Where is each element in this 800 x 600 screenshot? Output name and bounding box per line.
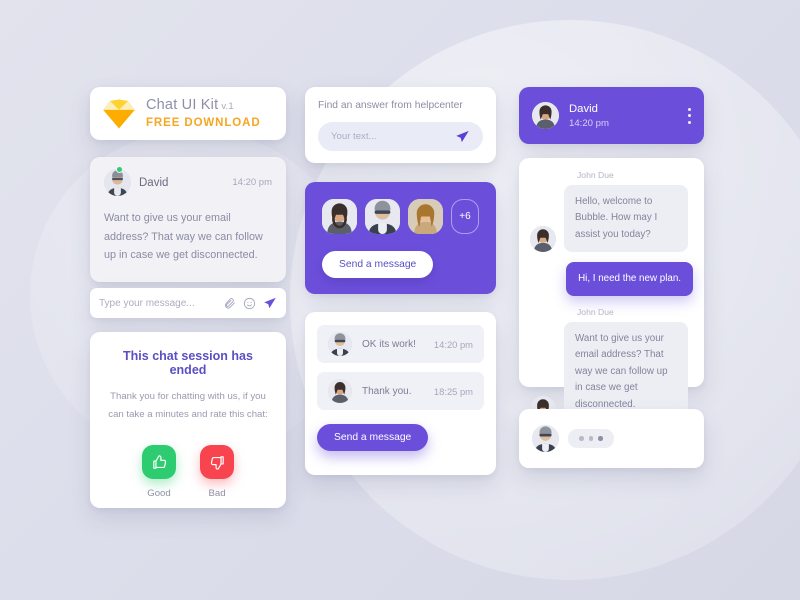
- message-time: 14:20 pm: [232, 177, 272, 188]
- send-message-button[interactable]: Send a message: [317, 424, 429, 451]
- david-message-card: David 14:20 pm Want to give us your emai…: [90, 157, 286, 282]
- logo-card: Chat UI Kit v.1 FREE DOWNLOAD: [90, 87, 286, 140]
- helpcenter-input-placeholder[interactable]: Your text...: [331, 131, 455, 142]
- thumbs-up-icon: [152, 455, 166, 469]
- logo-title-text: Chat UI Kit: [146, 97, 219, 114]
- message-incoming: Want to give us your email address? That…: [530, 322, 693, 423]
- ui-kit-stage: Chat UI Kit v.1 FREE DOWNLOAD David 14:20…: [0, 0, 800, 600]
- list-item-time: 14:20 pm: [433, 338, 473, 350]
- message-outgoing: Hi, I need the new plan.: [530, 262, 693, 297]
- paperclip-icon[interactable]: [223, 297, 236, 310]
- avatar: [532, 102, 559, 129]
- avatar-overflow-badge[interactable]: +6: [451, 199, 479, 234]
- avatar[interactable]: [365, 199, 400, 234]
- thumbs-down-button[interactable]: [200, 445, 234, 480]
- avatar: [532, 425, 559, 452]
- thumbs-up-button[interactable]: [142, 445, 176, 480]
- typing-indicator-card: [519, 409, 704, 468]
- avatar: [328, 332, 352, 356]
- rating-bad[interactable]: Bad: [200, 445, 234, 499]
- chat-ended-card: This chat session has ended Thank you fo…: [90, 332, 286, 508]
- message-bubble: Hello, welcome to Bubble. How may I assi…: [564, 185, 688, 253]
- team-avatar-row: +6: [322, 199, 479, 234]
- avatar[interactable]: [408, 199, 443, 234]
- message-input-placeholder[interactable]: Type your message...: [99, 298, 216, 309]
- message-sender-name: David: [139, 176, 169, 189]
- helpcenter-search-input[interactable]: Your text...: [318, 122, 483, 151]
- message-header: David 14:20 pm: [104, 166, 272, 196]
- rating-buttons: Good Bad: [106, 445, 270, 499]
- typing-dots: [568, 429, 614, 448]
- chat-header-info: David 14:20 pm: [569, 103, 609, 129]
- logo-subtitle[interactable]: FREE DOWNLOAD: [146, 116, 261, 130]
- emoji-icon[interactable]: [243, 297, 256, 310]
- chat-ended-title: This chat session has ended: [123, 349, 253, 377]
- send-icon[interactable]: [263, 296, 277, 310]
- helpcenter-card: Find an answer from helpcenter Your text…: [305, 87, 496, 163]
- logo-version: v.1: [221, 101, 234, 113]
- rating-bad-label: Bad: [208, 488, 226, 500]
- sketch-diamond-icon: [103, 99, 135, 128]
- message-author: John Due: [577, 170, 614, 180]
- message-incoming: Hello, welcome to Bubble. How may I assi…: [530, 185, 693, 253]
- avatar: [530, 226, 556, 253]
- message-list-card: OK its work! 14:20 pm Thank you. 18:25 p…: [305, 312, 496, 475]
- chat-ended-subtitle: Thank you for chatting with us, if you c…: [108, 391, 268, 420]
- chat-header-card: David 14:20 pm: [519, 87, 704, 144]
- list-item[interactable]: OK its work! 14:20 pm: [317, 325, 484, 363]
- message-bubble: Want to give us your email address? That…: [564, 322, 688, 423]
- list-item[interactable]: Thank you. 18:25 pm: [317, 372, 484, 410]
- send-icon[interactable]: [455, 129, 470, 144]
- avatar: [104, 169, 131, 196]
- avatar: [328, 379, 352, 403]
- send-message-button[interactable]: Send a message: [322, 251, 434, 278]
- online-status-dot: [116, 166, 123, 173]
- list-item-time: 18:25 pm: [433, 385, 473, 397]
- kebab-menu-icon[interactable]: [688, 107, 691, 124]
- rating-good[interactable]: Good: [142, 445, 176, 499]
- conversation-card: John Due Hello, welcome to Bubble. How m…: [519, 158, 704, 423]
- message-bubble: Hi, I need the new plan.: [566, 262, 693, 297]
- message-input-bar[interactable]: Type your message...: [90, 288, 286, 318]
- chat-header-name: David: [569, 102, 598, 115]
- helpcenter-title: Find an answer from helpcenter: [318, 100, 463, 111]
- list-item-text: OK its work!: [362, 338, 416, 350]
- avatar[interactable]: [322, 199, 357, 234]
- rating-good-label: Good: [147, 488, 171, 500]
- list-item-text: Thank you.: [362, 385, 412, 397]
- thumbs-down-icon: [210, 456, 224, 470]
- message-author: John Due: [577, 307, 614, 318]
- chat-header-time: 14:20 pm: [569, 117, 610, 129]
- message-body: Want to give us your email address? That…: [104, 212, 263, 262]
- logo-title: Chat UI Kit v.1: [146, 96, 261, 114]
- team-card: +6 Send a message: [305, 182, 496, 294]
